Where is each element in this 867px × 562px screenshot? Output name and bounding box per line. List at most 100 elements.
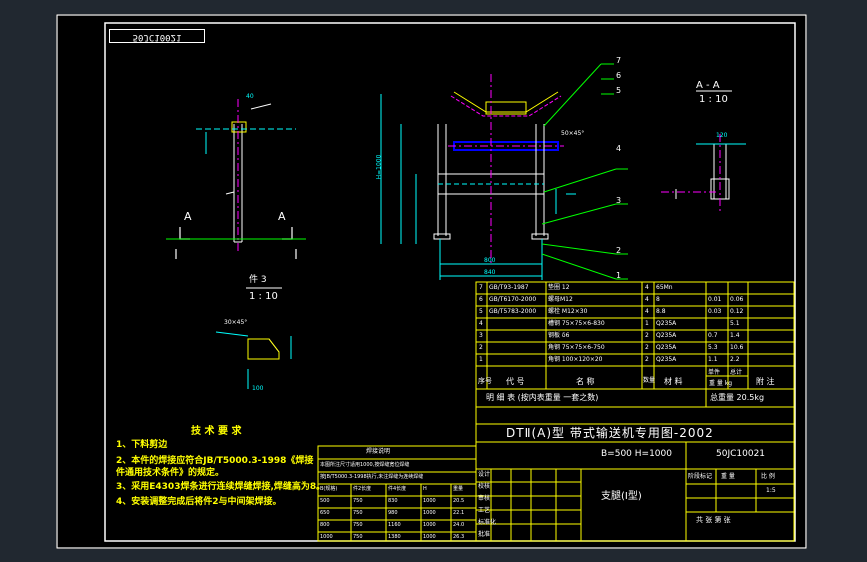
weld-cell: 980 [388,510,398,516]
parts-cell-qty: 1 [645,320,649,327]
parts-cell-unit: 0.03 [708,308,722,315]
part-name: 支腿(Ⅰ型) [601,491,642,502]
parts-cell-unit: 0.7 [708,332,718,339]
parts-cell-total: 10.6 [730,344,744,351]
total-weight: 总重量 20.5kg [710,393,765,402]
weld-header: 重量 [453,486,464,492]
role-label: 校核 [478,483,491,490]
tech-requirement-4: 4、安装调整完成后将件2与中间架焊接。 [116,497,282,507]
weld-title: 焊接说明 [366,448,391,455]
header-unit: 单件 [708,369,721,376]
header-code: 代 号 [506,377,525,386]
parts-cell-code: GB/T6170-2000 [489,296,537,303]
detail-part3 [215,331,292,389]
weld-cell: 750 [353,510,363,516]
weld-cell: 1380 [388,534,401,540]
role-label: 标准化 [478,519,497,526]
dim-40: 40 [246,93,254,100]
weld-cell: 1000 [423,510,436,516]
callout-7: 7 [616,56,622,65]
header-qty: 数量 [643,377,656,384]
parts-cell-qty: 4 [645,296,649,303]
detail-label: 件 3 [249,275,267,285]
parts-cell-qty: 4 [645,284,649,291]
sheet-count: 共 张 第 张 [696,516,731,524]
callout-5: 5 [616,86,622,95]
parts-cell-total: 2.2 [730,356,740,363]
weld-cell: 24.0 [453,522,465,528]
section-view [661,134,746,214]
drawing-number-stamp: 50JC10021 [109,29,205,43]
stage-label: 阶段标记 [688,473,713,480]
side-view [196,99,296,254]
weld-header: B(规格) [320,486,338,492]
parts-cell-material: Q235A [656,356,677,363]
parts-cell-no: 6 [479,296,483,303]
parts-cell-unit: 5.3 [708,344,718,351]
weld-cell: 26.3 [453,534,465,540]
width-dimension-1: 800 [484,257,496,264]
weld-cell: 750 [353,498,363,504]
tech-requirements-title: 技 术 要 求 [191,426,242,437]
weld-header: 件2长度 [353,486,372,492]
callout-1: 1 [616,271,622,280]
weld-cell: 1160 [388,522,401,528]
weld-cell: 1000 [423,534,436,540]
header-material: 材 料 [664,377,683,386]
weld-line-2: 按JB/T5000.3-1998执行,未注焊缝为连续焊缝 [320,474,424,480]
weld-cell: 1000 [423,498,436,504]
parts-cell-name: 螺栓 M12×30 [548,308,588,315]
drawing-sheet: 50JC10021 A - A 1 : 10 件 3 1 : 10 A A H=… [56,14,807,549]
weld-cell: 1000 [320,534,333,540]
width-dimension-2: 840 [484,269,496,276]
parts-cell-no: 4 [479,320,483,327]
parts-cell-unit: 0.01 [708,296,722,303]
role-label: 设计 [478,471,491,478]
parts-cell-material: 65Mn [656,284,673,291]
role-label: 批准 [478,531,491,538]
header-total: 总计 [730,369,743,376]
parts-cell-name: 槽钢 75×75×6-830 [548,320,605,327]
tech-requirement-3: 3、采用E4303焊条进行连续焊缝焊接,焊缝高为8。 [116,482,326,492]
weld-cell: 830 [388,498,398,504]
drawing-title: DTⅡ(A)型 带式输送机专用图-2002 [506,426,714,440]
weight-label: 重 量 [721,473,735,480]
header-name: 名 称 [576,377,595,386]
header-no: 序号 [478,377,492,385]
weld-cell: 800 [320,522,330,528]
parts-cell-total: 0.12 [730,308,744,315]
parts-cell-no: 2 [479,344,483,351]
section-label: A - A [696,80,720,91]
parts-cell-no: 3 [479,332,483,339]
weld-header: H [423,486,427,492]
parts-cell-no: 7 [479,284,483,291]
chamfer-note-1: 50×45° [561,130,585,137]
cut-marker-left: A [184,210,192,223]
parts-cell-unit: 1.1 [708,356,718,363]
parts-cell-name: 钢板 δ6 [548,332,570,339]
weld-cell: 500 [320,498,330,504]
parts-cell-qty: 4 [645,308,649,315]
tech-requirement-1: 1、下料剪边 [116,440,168,450]
parts-cell-name: 垫圈 12 [548,284,570,291]
parts-cell-qty: 2 [645,332,649,339]
scale-value: 1:5 [766,487,776,494]
parts-cell-material: Q235A [656,344,677,351]
parts-cell-total: 1.4 [730,332,740,339]
parts-table-grid [475,281,795,425]
weld-cell: 750 [353,522,363,528]
parts-cell-name: 角钢 75×75×6-750 [548,344,605,351]
callout-3: 3 [616,196,622,205]
parts-cell-total: 0.06 [730,296,744,303]
parts-cell-material: Q235A [656,332,677,339]
weld-line-1: 本图所注尺寸适用1000,按焊缝宽位焊缝 [320,462,410,468]
parts-cell-qty: 2 [645,356,649,363]
callout-4: 4 [616,144,622,153]
chamfer-note-2: 30×45° [224,319,248,326]
weld-cell: 650 [320,510,330,516]
params: B=500 H=1000 [601,449,672,459]
cut-marker-right: A [278,210,286,223]
parts-cell-material: 8.8 [656,308,666,315]
parts-cell-code: GB/T93-1987 [489,284,529,291]
section-scale: 1 : 10 [699,94,728,105]
